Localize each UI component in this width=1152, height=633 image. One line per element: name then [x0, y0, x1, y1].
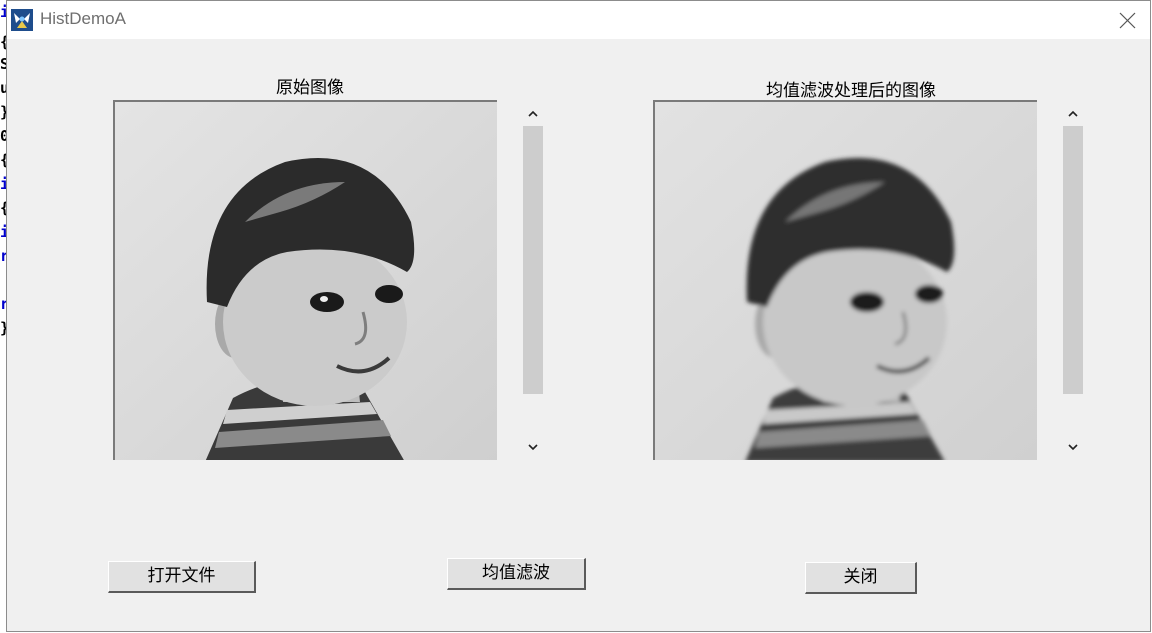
scroll-up-button[interactable] [1061, 102, 1085, 126]
open-file-button[interactable]: 打开文件 [108, 561, 256, 593]
filtered-image-scrollbar[interactable] [1061, 100, 1085, 460]
original-image [113, 100, 497, 460]
original-image-scrollbar[interactable] [521, 100, 545, 460]
title-bar[interactable]: HistDemoA [7, 1, 1150, 39]
chevron-up-icon [528, 110, 538, 117]
scroll-down-button[interactable] [1061, 435, 1085, 459]
close-window-button[interactable] [1104, 1, 1150, 39]
chevron-down-icon [1068, 444, 1078, 451]
close-button[interactable]: 关闭 [805, 562, 917, 594]
scroll-down-button[interactable] [521, 435, 545, 459]
chevron-up-icon [1068, 110, 1078, 117]
original-image-caption: 原始图像 [276, 78, 344, 98]
app-icon [11, 9, 33, 31]
scroll-up-button[interactable] [521, 102, 545, 126]
chevron-down-icon [528, 444, 538, 451]
mean-filter-button[interactable]: 均值滤波 [447, 558, 586, 590]
filtered-image [653, 100, 1037, 460]
scroll-thumb[interactable] [523, 126, 543, 394]
histdemo-window: HistDemoA 原始图像 均值滤波处理后的图像 打开文件 均值滤波 关闭 [6, 0, 1151, 632]
filtered-image-caption: 均值滤波处理后的图像 [766, 81, 936, 101]
window-title: HistDemoA [40, 9, 126, 28]
scroll-thumb[interactable] [1063, 126, 1083, 394]
close-icon [1119, 12, 1136, 29]
